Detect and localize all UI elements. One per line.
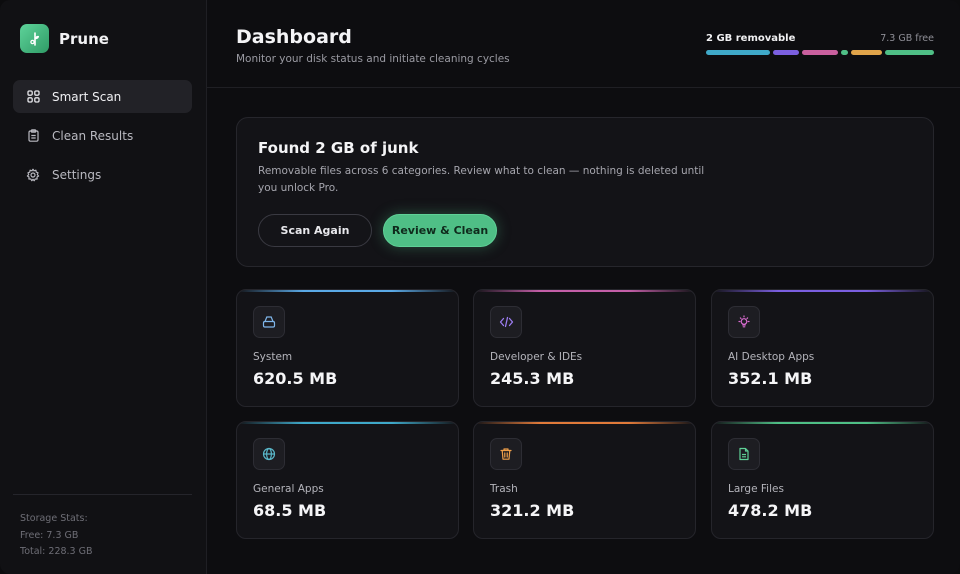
grid-icon (26, 90, 40, 104)
category-card-trash[interactable]: Trash 321.2 MB (473, 421, 696, 539)
usage-segment-ai-apps (802, 50, 838, 55)
brand: Prune (20, 24, 109, 53)
free-space: 7.3 GB free (880, 33, 934, 44)
storage-free: Free: 7.3 GB (20, 529, 79, 541)
trash-icon (490, 438, 522, 470)
usage-segment-system (706, 50, 770, 55)
page-subtitle: Monitor your disk status and initiate cl… (236, 53, 510, 65)
category-card-large-files[interactable]: Large Files 478.2 MB (711, 421, 934, 539)
usage-segment-developer (773, 50, 799, 55)
usage-segment-trash (851, 50, 882, 55)
lightbulb-icon (728, 306, 760, 338)
prune-logo-icon (20, 24, 49, 53)
file-icon (728, 438, 760, 470)
card-accent-bar (474, 422, 695, 424)
category-size: 68.5 MB (253, 501, 327, 520)
card-accent-bar (474, 290, 695, 292)
category-card-ai-apps[interactable]: AI Desktop Apps 352.1 MB (711, 289, 934, 407)
card-accent-bar (237, 422, 458, 424)
card-accent-bar (712, 422, 933, 424)
category-label: System (253, 351, 293, 363)
usage-segment-general (841, 50, 848, 55)
category-size: 321.2 MB (490, 501, 575, 520)
category-card-developer[interactable]: Developer & IDEs 245.3 MB (473, 289, 696, 407)
category-size: 620.5 MB (253, 369, 338, 388)
sidebar-item-clean-results[interactable]: Clean Results (13, 119, 192, 152)
category-label: Trash (490, 483, 518, 495)
category-size: 352.1 MB (728, 369, 813, 388)
sidebar-item-label: Clean Results (52, 128, 134, 143)
category-size: 245.3 MB (490, 369, 575, 388)
usage-segment-large-files (885, 50, 934, 55)
scan-result-title: Found 2 GB of junk (258, 139, 419, 157)
storage-total: Total: 228.3 GB (20, 546, 93, 557)
main-content: Dashboard Monitor your disk status and i… (207, 0, 960, 574)
storage-stats: Storage Stats: Free: 7.3 GB Total: 228.3… (13, 494, 192, 561)
category-size: 478.2 MB (728, 501, 813, 520)
scan-result-panel: Found 2 GB of junk Removable files acros… (236, 117, 934, 267)
gear-icon (26, 168, 40, 182)
category-label: Developer & IDEs (490, 351, 583, 363)
code-icon (490, 306, 522, 338)
category-label: General Apps (253, 483, 324, 495)
app-window: Prune Smart Scan Clean Results Settings (0, 0, 960, 574)
card-accent-bar (237, 290, 458, 292)
storage-heading: Storage Stats: (20, 513, 88, 524)
scan-result-description: Removable files across 6 categories. Rev… (258, 165, 705, 194)
sidebar: Prune Smart Scan Clean Results Settings (0, 0, 207, 574)
category-card-general-apps[interactable]: General Apps 68.5 MB (236, 421, 459, 539)
sidebar-item-label: Settings (52, 167, 102, 182)
sidebar-item-smart-scan[interactable]: Smart Scan (13, 80, 192, 113)
sidebar-item-label: Smart Scan (52, 89, 122, 104)
disk-usage-bar (706, 50, 934, 55)
clipboard-icon (26, 129, 40, 143)
globe-icon (253, 438, 285, 470)
removable-size: 2 GB removable (706, 33, 796, 44)
category-card-system[interactable]: System 620.5 MB (236, 289, 459, 407)
sidebar-nav: Smart Scan Clean Results Settings (13, 80, 192, 197)
category-label: Large Files (728, 483, 784, 495)
drive-icon (253, 306, 285, 338)
page-title: Dashboard (236, 26, 352, 48)
page-header: Dashboard Monitor your disk status and i… (207, 0, 960, 88)
disk-usage-summary: 2 GB removable 7.3 GB free (706, 33, 934, 55)
card-accent-bar (712, 290, 933, 292)
brand-name: Prune (59, 29, 109, 48)
scan-again-button[interactable]: Scan Again (258, 214, 372, 247)
category-label: AI Desktop Apps (728, 351, 815, 363)
sidebar-item-settings[interactable]: Settings (13, 158, 192, 191)
review-clean-button[interactable]: Review & Clean (383, 214, 497, 247)
